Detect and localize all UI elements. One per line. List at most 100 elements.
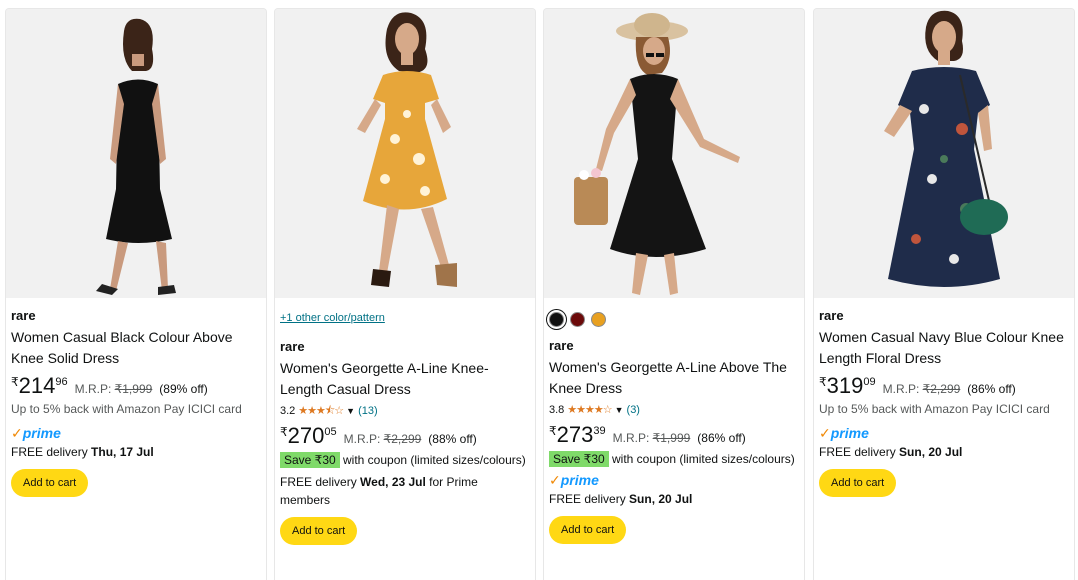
product-title-link[interactable]: Women Casual Navy Blue Colour Knee Lengt… [819,329,1064,366]
mrp-label: M.R.P: [74,382,112,396]
prime-check-icon: ✓ [549,472,561,488]
product-image-navy-floral-dress[interactable] [814,9,1074,298]
product-title[interactable]: Women Casual Navy Blue Colour Knee Lengt… [819,327,1068,369]
mrp-value: ₹2,299 [922,382,961,396]
prime-word: prime [830,425,869,441]
swatch-black[interactable] [549,311,564,327]
product-card-3[interactable]: rare Women's Georgette A-Line Above The … [543,8,805,580]
price-row: ₹ 319 09 M.R.P: ₹2,299 (86% off) [819,375,1068,399]
delivery-prefix: FREE delivery [280,475,361,489]
prime-word: prime [22,425,61,441]
price-fraction: 09 [863,376,876,388]
price-whole: 319 [826,373,864,398]
currency-symbol: ₹ [819,375,827,389]
price-row: ₹ 214 96 M.R.P: ₹1,999 (89% off) [11,375,260,399]
add-to-cart-button[interactable]: Add to cart [819,469,897,497]
product-title-link[interactable]: Women Casual Black Colour Above Knee Sol… [11,329,233,366]
delivery-date: Sun, 20 Jul [899,445,963,459]
save-coupon-badge: Save ₹30 [280,452,340,468]
discount-percent: (86% off) [697,431,746,445]
delivery-date: Sun, 20 Jul [629,492,693,506]
mrp: M.R.P: ₹2,299 [344,432,422,446]
product-card-1[interactable]: rare Women Casual Black Colour Above Kne… [5,8,267,580]
brand-label: rare [549,338,574,353]
delivery-prefix: FREE delivery [549,492,630,506]
product-image-black-dress[interactable] [6,9,266,298]
product-image-yellow-dress[interactable] [275,9,535,298]
mrp-label: M.R.P: [882,382,920,396]
product-title[interactable]: Women's Georgette A-Line Knee-Length Cas… [280,358,529,400]
product-title-link[interactable]: Women's Georgette A-Line Above The Knee … [549,359,787,396]
chevron-down-icon[interactable]: ▼ [346,403,355,419]
price-fraction: 39 [593,425,606,437]
delivery-info: FREE delivery Sun, 20 Jul [549,490,798,508]
swatch-maroon[interactable] [570,311,585,327]
price-row: ₹ 273 39 M.R.P: ₹1,999 (86% off) [549,424,798,448]
delivery-info: FREE delivery Wed, 23 Jul for Prime memb… [280,473,529,509]
prime-check-icon: ✓ [11,425,23,441]
currency-symbol: ₹ [549,424,557,438]
prime-badge: ✓ prime [549,472,798,488]
coupon-text: with coupon (limited sizes/colours) [339,453,526,467]
price-whole: 214 [18,373,56,398]
product-title[interactable]: Women Casual Black Colour Above Knee Sol… [11,327,260,369]
coupon-text: with coupon (limited sizes/colours) [608,452,795,466]
mrp: M.R.P: ₹1,999 [613,431,691,445]
color-swatches [549,309,798,329]
delivery-prefix: FREE delivery [11,445,92,459]
coupon-row: Save ₹30 with coupon (limited sizes/colo… [280,451,529,469]
star-rating-icon[interactable]: ★★★⯪☆ [298,403,344,419]
swatch-mustard[interactable] [591,311,606,327]
product-image-black-a-line-dress[interactable] [544,9,804,298]
delivery-info: FREE delivery Thu, 17 Jul [11,443,260,461]
mrp-value: ₹2,299 [383,432,422,446]
brand-label: rare [819,308,844,323]
product-card-2[interactable]: +1 other color/pattern rare Women's Geor… [274,8,536,580]
cashback-text: Up to 5% back with Amazon Pay ICICI card [11,402,242,416]
mrp-value: ₹1,999 [114,382,153,396]
coupon-row: Save ₹30 with coupon (limited sizes/colo… [549,450,798,468]
price-fraction: 96 [55,376,68,388]
prime-word: prime [560,472,599,488]
other-color-link[interactable]: +1 other color/pattern [280,310,529,326]
mrp: M.R.P: ₹1,999 [75,382,153,396]
rating-count-link[interactable]: (3) [627,402,640,418]
product-title[interactable]: Women's Georgette A-Line Above The Knee … [549,357,798,399]
prime-badge: ✓ prime [11,425,260,441]
discount-percent: (86% off) [967,382,1016,396]
currency-symbol: ₹ [11,375,19,389]
product-title-link[interactable]: Women's Georgette A-Line Knee-Length Cas… [280,360,489,397]
delivery-info: FREE delivery Sun, 20 Jul [819,443,1068,461]
price-row: ₹ 270 05 M.R.P: ₹2,299 (88% off) [280,425,529,449]
chevron-down-icon[interactable]: ▼ [615,402,624,418]
add-to-cart-button[interactable]: Add to cart [11,469,89,497]
rating-row[interactable]: 3.8 ★★★★☆ ▼ (3) [549,402,798,418]
price-whole: 273 [556,422,594,447]
product-card-4[interactable]: rare Women Casual Navy Blue Colour Knee … [813,8,1075,580]
price-whole: 270 [287,423,325,448]
rating-count-link[interactable]: (13) [358,403,378,419]
rating-value: 3.8 [549,404,565,416]
rating-value: 3.2 [280,405,296,417]
delivery-prefix: FREE delivery [819,445,900,459]
add-to-cart-button[interactable]: Add to cart [549,516,627,544]
brand-label: rare [280,339,305,354]
delivery-date: Thu, 17 Jul [91,445,154,459]
delivery-date: Wed, 23 Jul [360,475,426,489]
mrp: M.R.P: ₹2,299 [883,382,961,396]
add-to-cart-button[interactable]: Add to cart [280,517,358,545]
discount-percent: (88% off) [428,432,477,446]
brand-label: rare [11,308,36,323]
mrp-value: ₹1,999 [652,431,691,445]
prime-check-icon: ✓ [819,425,831,441]
price-fraction: 05 [324,426,337,438]
mrp-label: M.R.P: [343,432,381,446]
star-rating-icon[interactable]: ★★★★☆ [567,402,612,418]
mrp-label: M.R.P: [612,431,650,445]
discount-percent: (89% off) [159,382,208,396]
save-coupon-badge: Save ₹30 [549,451,609,467]
rating-row[interactable]: 3.2 ★★★⯪☆ ▼ (13) [280,403,529,419]
currency-symbol: ₹ [280,425,288,439]
cashback-text: Up to 5% back with Amazon Pay ICICI card [819,402,1050,416]
prime-badge: ✓ prime [819,425,1068,441]
